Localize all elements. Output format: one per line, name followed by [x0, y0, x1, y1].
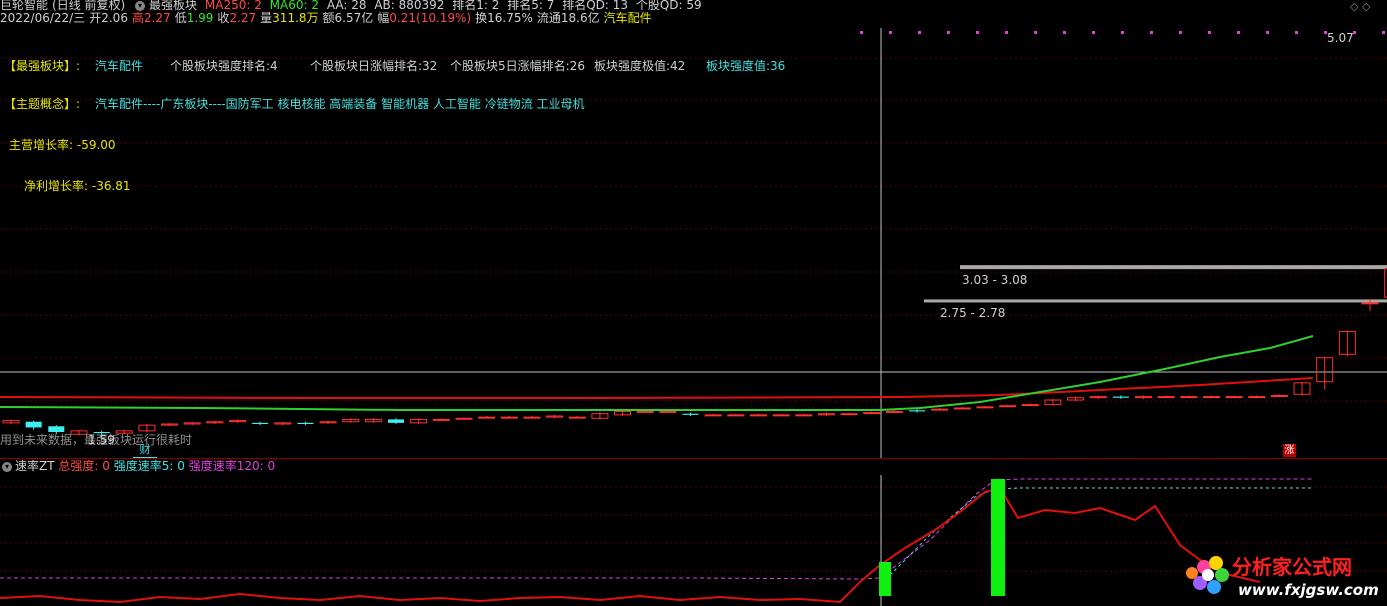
range-bar-lower [924, 299, 1387, 303]
rank-strength: 个股板块强度排名:4 [170, 59, 278, 73]
candle-body [999, 405, 1017, 408]
signal-dot [1208, 31, 1211, 34]
range1-label: 3.03 - 3.08 [962, 273, 1028, 287]
candle-body [909, 410, 925, 412]
ma-red-line [0, 377, 1314, 399]
candle-body [1248, 396, 1266, 399]
theme-label: 【主题概念】: [4, 97, 81, 111]
signal-dot [1237, 31, 1240, 34]
signal-dot [1005, 31, 1008, 34]
candle-body [455, 417, 473, 420]
rank-daily: 个股板块日涨幅排名:32 [310, 59, 438, 73]
strongest-sector-value: 汽车配件 [95, 59, 144, 73]
candle-body [523, 416, 541, 419]
signal-dot [1150, 31, 1153, 34]
candle-body [749, 414, 767, 417]
candle-body [388, 419, 405, 423]
candle-body [863, 412, 881, 415]
candle-body [568, 416, 586, 419]
candle-body [1157, 396, 1175, 399]
signal-dot [1121, 31, 1124, 34]
candle-body [1270, 394, 1288, 397]
watermark-logo: 分析家公式网 www.fxjgsw.com [1178, 545, 1387, 606]
candle-body [1021, 404, 1039, 407]
candle-body [500, 416, 518, 419]
strongest-sector-label: 【最强板块】: [4, 59, 81, 73]
signal-dot [1092, 31, 1095, 34]
indicator-dropdown-icon[interactable]: ▾ [2, 461, 12, 472]
theme-value: 汽车配件----广东板块----国防军工 核电核能 高端装备 智能机器 人工智能… [95, 97, 585, 111]
strength-max: 板块强度极值:42 [594, 59, 686, 73]
finance-badge[interactable]: 财 [133, 443, 157, 458]
indicator-name[interactable]: 速率ZT [15, 459, 55, 473]
candle-body [636, 410, 654, 413]
watermark-url: www.fxjgsw.com [1238, 581, 1379, 599]
signal-dot [1382, 31, 1385, 34]
signal-dot [1063, 31, 1066, 34]
candle-body [953, 407, 971, 410]
signal-bar-2 [991, 479, 1005, 596]
candle-body [931, 408, 949, 411]
candle-body [1180, 396, 1198, 399]
candle-body [727, 414, 745, 417]
candle-body [704, 414, 722, 417]
signal-dot [1266, 31, 1269, 34]
candle-body [885, 410, 903, 413]
candle-body [682, 413, 699, 415]
candle-body [840, 413, 858, 416]
candle-body [25, 421, 42, 428]
price-chart[interactable] [0, 0, 1387, 606]
candle-body [252, 422, 269, 424]
candle-body [432, 418, 450, 421]
candle-body [795, 414, 813, 417]
signal-dot [860, 31, 863, 34]
candle-body [1202, 396, 1220, 399]
candle-body [478, 416, 496, 419]
candle-body [659, 410, 677, 413]
net-growth: 净利增长率: -36.81 [24, 179, 131, 193]
main-growth: 主营增长率: -59.00 [9, 138, 116, 152]
indicator-rate120: 强度速率120: 0 [188, 459, 276, 473]
watermark-title: 分析家公式网 [1232, 555, 1352, 579]
signal-dot [1179, 31, 1182, 34]
max-price-label: 5.07 [1327, 31, 1354, 45]
range-bar-upper [960, 265, 1387, 270]
candle-body [772, 414, 790, 417]
limit-up-badge[interactable]: 涨 [1283, 444, 1296, 457]
ma-green-line [0, 335, 1314, 411]
signal-dot [976, 31, 979, 34]
signal-dot [1034, 31, 1037, 34]
rate120-line [0, 478, 1313, 580]
indicator-rate5: 强度速率5: 0 [113, 459, 185, 473]
candle-body [297, 422, 314, 424]
candle-body [1225, 396, 1243, 399]
candle-body [976, 406, 994, 409]
signal-dot [1295, 31, 1298, 34]
min-price-label: 1.59 [88, 433, 115, 447]
signal-bar-1 [879, 562, 891, 596]
signal-dot [947, 31, 950, 34]
signal-dot [889, 31, 892, 34]
indicator-header: ▾ 速率ZT 总强度: 0 强度速率5: 0 强度速率120: 0 [0, 459, 275, 473]
candle-body [1112, 396, 1129, 398]
candle-body [1361, 302, 1379, 305]
signal-dot [918, 31, 921, 34]
indicator-total: 总强度: 0 [58, 459, 110, 473]
total-strength-line [0, 486, 1261, 604]
range2-label: 2.75 - 2.78 [940, 306, 1006, 320]
strength-value: 板块强度值:36 [706, 59, 786, 73]
rank-5day: 个股板块5日涨幅排名:26 [450, 59, 585, 73]
